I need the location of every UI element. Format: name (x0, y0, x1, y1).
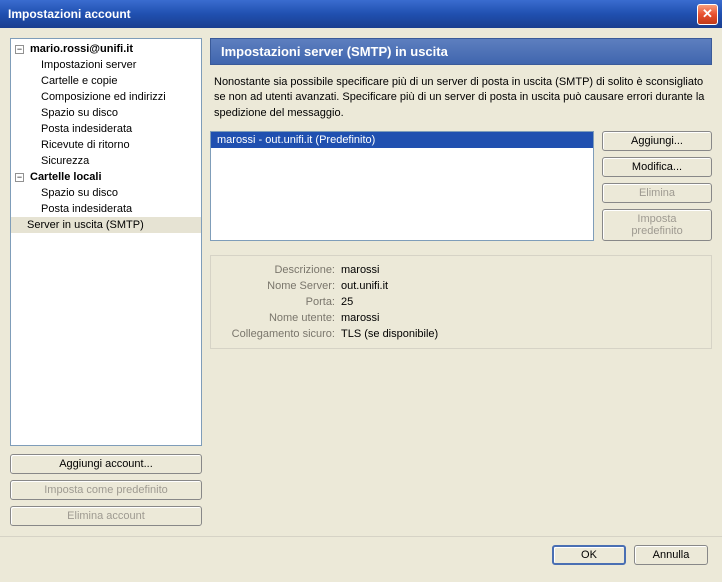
tree-label: Sicurezza (41, 155, 89, 167)
left-buttons: Aggiungi account... Imposta come predefi… (10, 454, 202, 526)
server-details: Descrizione: marossi Nome Server: out.un… (210, 255, 712, 349)
detail-row-user: Nome utente: marossi (221, 310, 701, 326)
tree-item[interactable]: Sicurezza (11, 153, 201, 169)
detail-value: marossi (341, 264, 380, 276)
set-default-server-button: Imposta predefinito (602, 209, 712, 241)
tree-label: Ricevute di ritorno (41, 139, 130, 151)
account-tree[interactable]: − mario.rossi@unifi.it Impostazioni serv… (10, 38, 202, 446)
edit-server-button[interactable]: Modifica... (602, 157, 712, 177)
tree-label: Spazio su disco (41, 107, 118, 119)
titlebar: Impostazioni account ✕ (0, 0, 722, 28)
detail-row-port: Porta: 25 (221, 294, 701, 310)
tree-label: Cartelle locali (30, 171, 102, 183)
detail-label: Collegamento sicuro: (221, 328, 341, 340)
tree-label: Posta indesiderata (41, 203, 132, 215)
tree-item[interactable]: Posta indesiderata (11, 201, 201, 217)
detail-value: out.unifi.it (341, 280, 388, 292)
right-panel: Impostazioni server (SMTP) in uscita Non… (210, 38, 712, 526)
tree-item[interactable]: Impostazioni server (11, 57, 201, 73)
content-area: − mario.rossi@unifi.it Impostazioni serv… (0, 28, 722, 536)
detail-label: Nome Server: (221, 280, 341, 292)
left-panel: − mario.rossi@unifi.it Impostazioni serv… (10, 38, 202, 526)
tree-label: mario.rossi@unifi.it (30, 43, 133, 55)
tree-item[interactable]: Posta indesiderata (11, 121, 201, 137)
collapse-icon[interactable]: − (15, 173, 24, 182)
detail-row-secure: Collegamento sicuro: TLS (se disponibile… (221, 326, 701, 342)
set-default-account-button: Imposta come predefinito (10, 480, 202, 500)
tree-label: Cartelle e copie (41, 75, 117, 87)
add-account-button[interactable]: Aggiungi account... (10, 454, 202, 474)
close-button[interactable]: ✕ (697, 4, 718, 25)
detail-value: marossi (341, 312, 380, 324)
dialog-button-bar: OK Annulla (0, 536, 722, 572)
tree-item[interactable]: Composizione ed indirizzi (11, 89, 201, 105)
remove-account-button: Elimina account (10, 506, 202, 526)
tree-item[interactable]: Ricevute di ritorno (11, 137, 201, 153)
detail-value: TLS (se disponibile) (341, 328, 438, 340)
tree-account-root[interactable]: − mario.rossi@unifi.it (11, 41, 201, 57)
tree-item[interactable]: Spazio su disco (11, 185, 201, 201)
detail-value: 25 (341, 296, 353, 308)
detail-label: Porta: (221, 296, 341, 308)
tree-item[interactable]: Cartelle e copie (11, 73, 201, 89)
remove-server-button: Elimina (602, 183, 712, 203)
window-title: Impostazioni account (8, 7, 697, 21)
tree-label: Spazio su disco (41, 187, 118, 199)
detail-label: Nome utente: (221, 312, 341, 324)
tree-item-smtp[interactable]: Server in uscita (SMTP) (11, 217, 201, 233)
tree-label: Impostazioni server (41, 59, 136, 71)
tree-item[interactable]: Spazio su disco (11, 105, 201, 121)
smtp-server-list[interactable]: marossi - out.unifi.it (Predefinito) (210, 131, 594, 241)
detail-row-description: Descrizione: marossi (221, 262, 701, 278)
smtp-server-item[interactable]: marossi - out.unifi.it (Predefinito) (211, 132, 593, 148)
section-header: Impostazioni server (SMTP) in uscita (210, 38, 712, 65)
detail-label: Descrizione: (221, 264, 341, 276)
tree-local-root[interactable]: − Cartelle locali (11, 169, 201, 185)
cancel-button[interactable]: Annulla (634, 545, 708, 565)
add-server-button[interactable]: Aggiungi... (602, 131, 712, 151)
ok-button[interactable]: OK (552, 545, 626, 565)
section-description: Nonostante sia possibile specificare più… (210, 65, 712, 131)
close-icon: ✕ (702, 6, 713, 22)
tree-label: Composizione ed indirizzi (41, 91, 166, 103)
server-buttons: Aggiungi... Modifica... Elimina Imposta … (602, 131, 712, 241)
tree-label: Posta indesiderata (41, 123, 132, 135)
detail-row-server: Nome Server: out.unifi.it (221, 278, 701, 294)
tree-label: Server in uscita (SMTP) (27, 219, 144, 231)
server-row: marossi - out.unifi.it (Predefinito) Agg… (210, 131, 712, 241)
collapse-icon[interactable]: − (15, 45, 24, 54)
